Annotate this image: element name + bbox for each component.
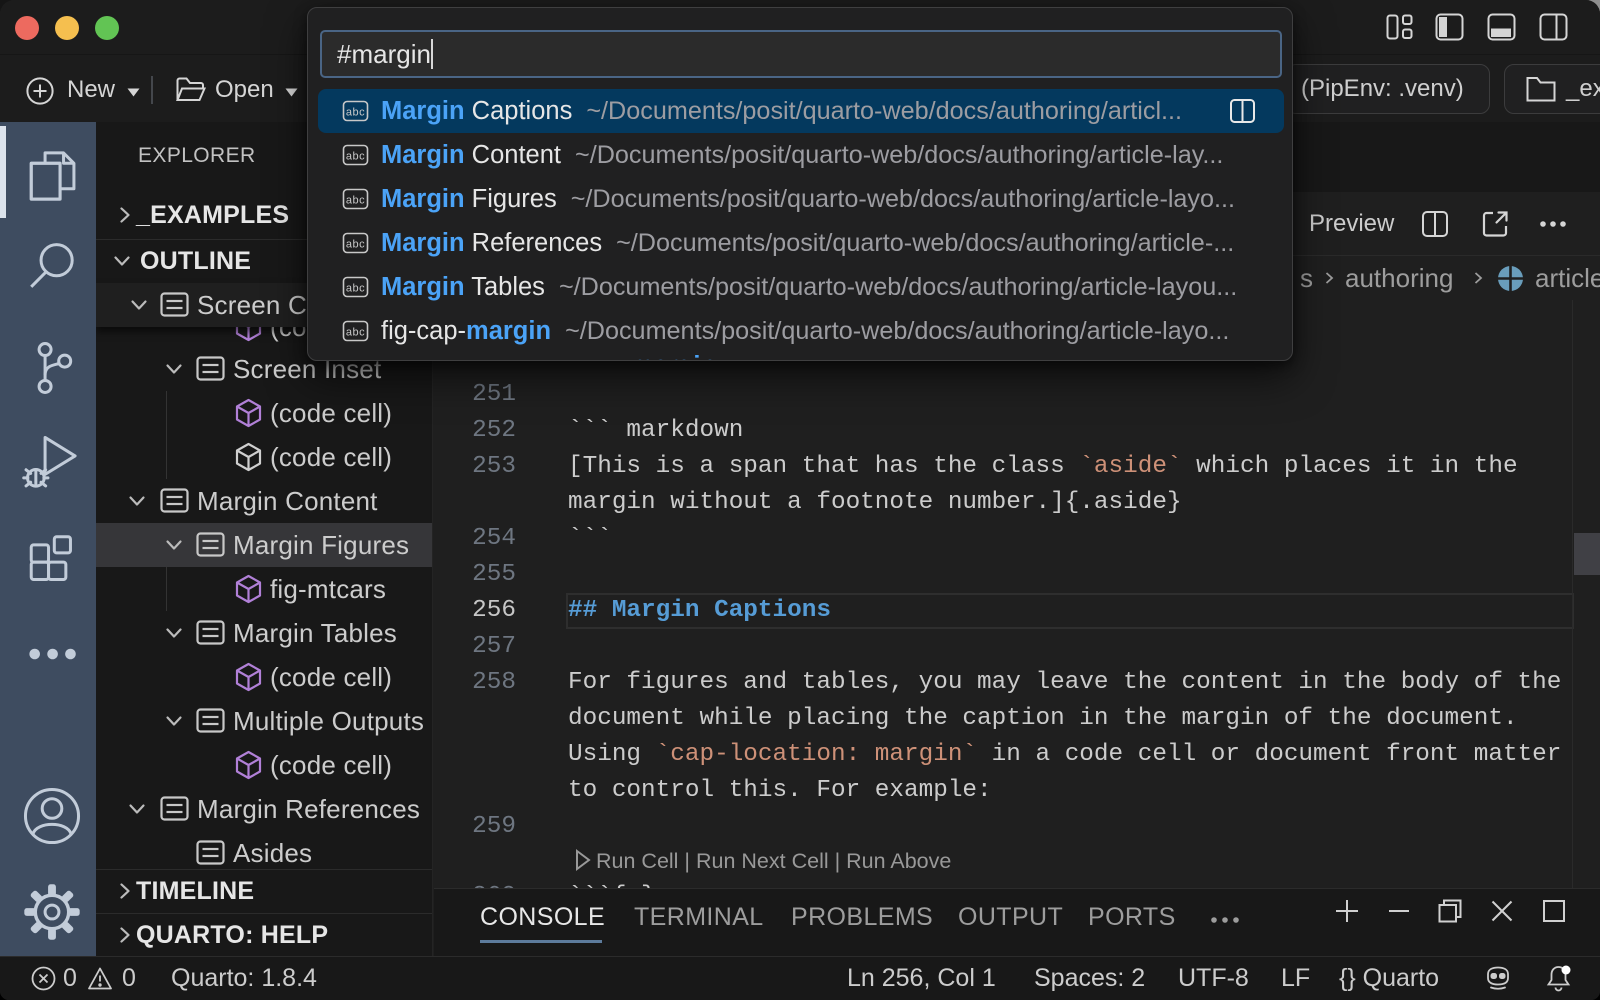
svg-text:abc: abc <box>346 195 365 207</box>
svg-text:abc: abc <box>346 327 365 339</box>
svg-text:abc: abc <box>346 239 365 251</box>
svg-text:abc: abc <box>346 151 365 163</box>
svg-text:abc: abc <box>346 107 365 119</box>
svg-text:abc: abc <box>346 283 365 295</box>
